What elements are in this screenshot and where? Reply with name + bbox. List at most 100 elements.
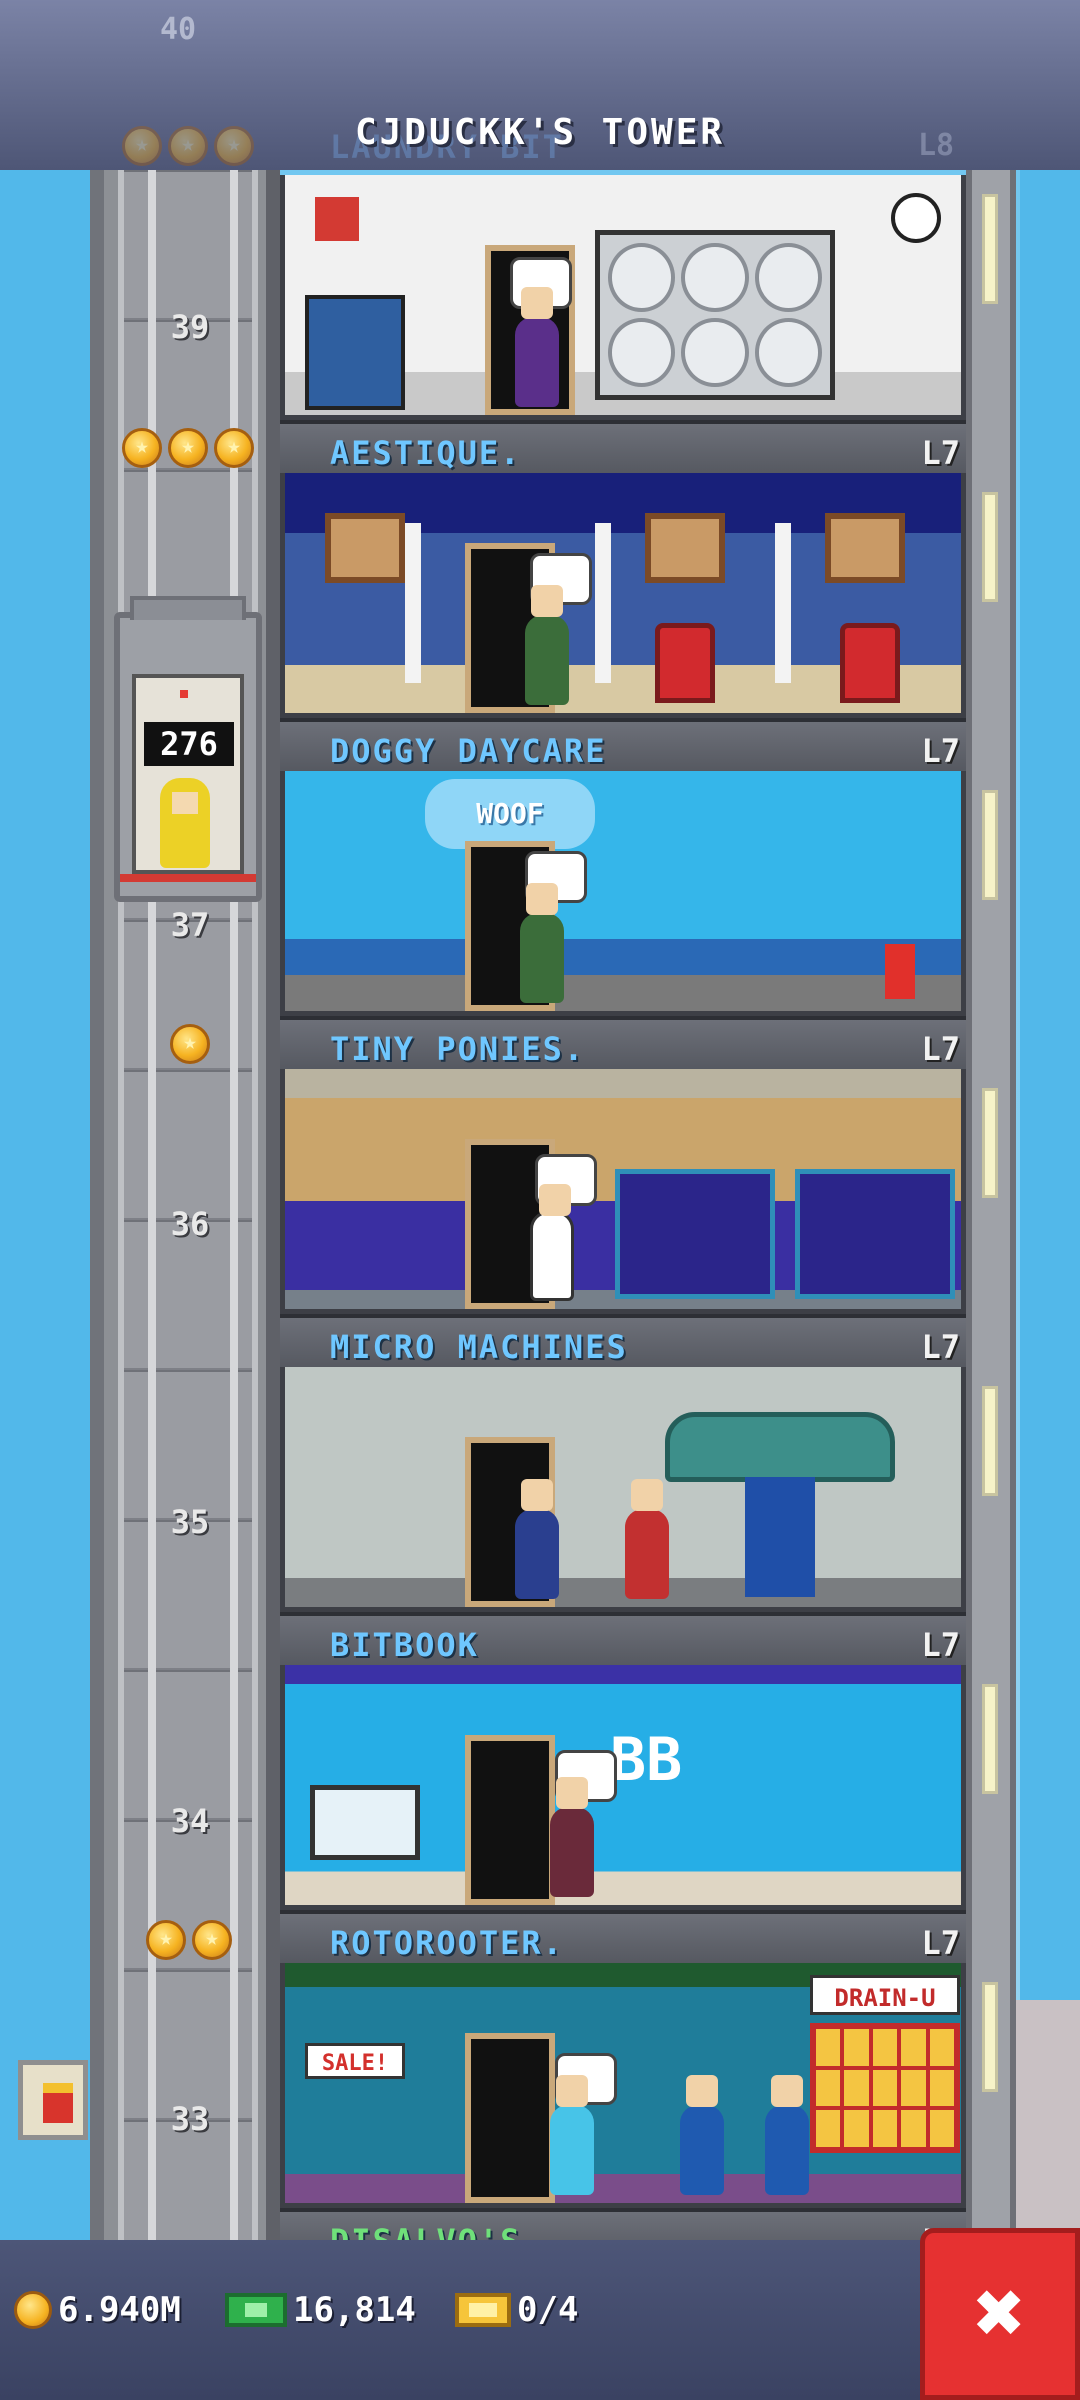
shaft-floor-number: 37 bbox=[170, 906, 210, 944]
shaft-floor-number: 36 bbox=[170, 1205, 210, 1243]
floor-36[interactable]: MICRO MACHINES L7 bbox=[280, 1069, 980, 1367]
close-button[interactable]: ✖ bbox=[920, 2228, 1080, 2400]
floor-room[interactable] bbox=[280, 1367, 966, 1612]
picture-frame bbox=[325, 513, 405, 583]
resident-head bbox=[686, 2075, 718, 2107]
floor-coins[interactable] bbox=[170, 1024, 210, 1064]
bb-sign: BB bbox=[610, 1725, 683, 1795]
floor-label-bar: AESTIQUE. L7 bbox=[280, 420, 966, 473]
tickets-value: 0/4 bbox=[517, 2290, 579, 2330]
shaft-floor-number: 33 bbox=[170, 2100, 210, 2138]
tower-header: 40 LAUNDRY BIT L8 CJDUCKK'S TOWER bbox=[0, 0, 1080, 170]
clock-icon[interactable] bbox=[891, 193, 941, 243]
fries-billboard bbox=[18, 2060, 88, 2140]
tower-title: CJDUCKK'S TOWER bbox=[354, 112, 726, 153]
floor-label-bar: BITBOOK L7 bbox=[280, 1612, 966, 1665]
sale-sign: SALE! bbox=[305, 2043, 405, 2079]
resident[interactable] bbox=[550, 2075, 594, 2195]
floor-label-bar: TINY PONIES. L7 bbox=[280, 1016, 966, 1069]
pillar bbox=[775, 523, 791, 683]
floor-room[interactable]: SALE! DRAIN-U bbox=[280, 1963, 966, 2208]
coin-icon[interactable] bbox=[168, 428, 208, 468]
red-chair bbox=[655, 623, 715, 703]
resident[interactable] bbox=[525, 585, 569, 705]
floor-33[interactable]: SALE! DRAIN-U DISALVO'S. L7 bbox=[280, 1963, 980, 2261]
elevator-car[interactable]: 276 bbox=[114, 596, 262, 902]
floor-level: L7 bbox=[921, 1328, 960, 1366]
floor-37[interactable]: WOOF TINY PONIES. L7 bbox=[280, 771, 980, 1069]
coin-icon[interactable] bbox=[122, 428, 162, 468]
tickets-counter[interactable]: 0/4 bbox=[455, 2290, 578, 2330]
coin-icon[interactable] bbox=[192, 1920, 232, 1960]
floor-name: AESTIQUE. bbox=[330, 434, 522, 472]
floor-38[interactable]: DOGGY DAYCARE L7 bbox=[280, 473, 980, 771]
fries-icon bbox=[43, 2083, 73, 2123]
coin-icon[interactable] bbox=[170, 1024, 210, 1064]
window-light bbox=[982, 1684, 998, 1794]
coins-value: 6.940M bbox=[58, 2290, 181, 2330]
shaft-floor-number: 35 bbox=[170, 1503, 210, 1541]
city-building bbox=[1015, 2000, 1080, 2240]
horse-stall bbox=[615, 1169, 775, 1299]
sky-background-right bbox=[1020, 170, 1080, 2240]
floor-room[interactable] bbox=[280, 175, 966, 420]
sky-background-left bbox=[0, 170, 90, 2240]
resident[interactable] bbox=[515, 287, 559, 407]
window-light bbox=[982, 790, 998, 900]
bux-counter[interactable]: 16,814 bbox=[225, 2290, 416, 2330]
car-lift bbox=[745, 1477, 815, 1597]
resident[interactable] bbox=[765, 2075, 809, 2195]
elevator-passenger bbox=[160, 778, 210, 868]
floor-room[interactable]: WOOF bbox=[280, 771, 966, 1016]
woof-sign: WOOF bbox=[425, 779, 595, 849]
resident[interactable] bbox=[680, 2075, 724, 2195]
fire-hydrant bbox=[885, 944, 915, 999]
resident[interactable] bbox=[515, 1479, 559, 1599]
coin-icon[interactable] bbox=[214, 428, 254, 468]
floor-coins[interactable] bbox=[146, 1920, 232, 1960]
coins-counter[interactable]: 6.940M bbox=[14, 2290, 181, 2330]
shelf bbox=[810, 2023, 960, 2153]
window-light bbox=[982, 1088, 998, 1198]
floor-room[interactable] bbox=[280, 1069, 966, 1314]
resident-head bbox=[521, 287, 553, 319]
floor-label-bar: MICRO MACHINES L7 bbox=[280, 1314, 966, 1367]
window-light bbox=[982, 492, 998, 602]
floor-name: TINY PONIES. bbox=[330, 1030, 586, 1068]
floor-34[interactable]: BB ROTOROOTER. L7 bbox=[280, 1665, 980, 1963]
resident-head bbox=[521, 1479, 553, 1511]
floor-name: MICRO MACHINES bbox=[330, 1328, 628, 1366]
floor-39[interactable]: AESTIQUE. L7 bbox=[280, 175, 980, 473]
picture-frame bbox=[645, 513, 725, 583]
floor-level: L7 bbox=[921, 1030, 960, 1068]
resident-head bbox=[771, 2075, 803, 2107]
coin-icon[interactable] bbox=[146, 1920, 186, 1960]
computer-desk bbox=[310, 1785, 420, 1860]
car-on-lift bbox=[665, 1412, 895, 1482]
passenger-face bbox=[172, 792, 198, 814]
floor-room[interactable]: BB bbox=[280, 1665, 966, 1910]
floor-room[interactable] bbox=[280, 473, 966, 718]
resident[interactable] bbox=[530, 1184, 574, 1301]
window-light bbox=[982, 1982, 998, 2092]
pillar bbox=[405, 523, 421, 683]
floor-level: L7 bbox=[921, 732, 960, 770]
resident-head bbox=[556, 1777, 588, 1809]
floor-name: DOGGY DAYCARE bbox=[330, 732, 607, 770]
ghost-floor-number: 40 bbox=[160, 12, 197, 47]
shaft-floor-number: 39 bbox=[170, 308, 210, 346]
resident-head bbox=[556, 2075, 588, 2107]
floor-35[interactable]: BITBOOK L7 bbox=[280, 1367, 980, 1665]
resident[interactable] bbox=[550, 1777, 594, 1897]
red-chair bbox=[840, 623, 900, 703]
elevator-door bbox=[465, 1735, 555, 1905]
floor-name: ROTOROOTER. bbox=[330, 1924, 564, 1962]
resident[interactable] bbox=[625, 1479, 669, 1599]
elevator-top bbox=[130, 596, 246, 620]
horse-stall bbox=[795, 1169, 955, 1299]
floor-coins[interactable] bbox=[122, 428, 254, 468]
resident[interactable] bbox=[520, 883, 564, 1003]
floor-name: BITBOOK bbox=[330, 1626, 479, 1664]
no-entry-icon bbox=[315, 197, 359, 241]
floor-level: L7 bbox=[921, 1924, 960, 1962]
